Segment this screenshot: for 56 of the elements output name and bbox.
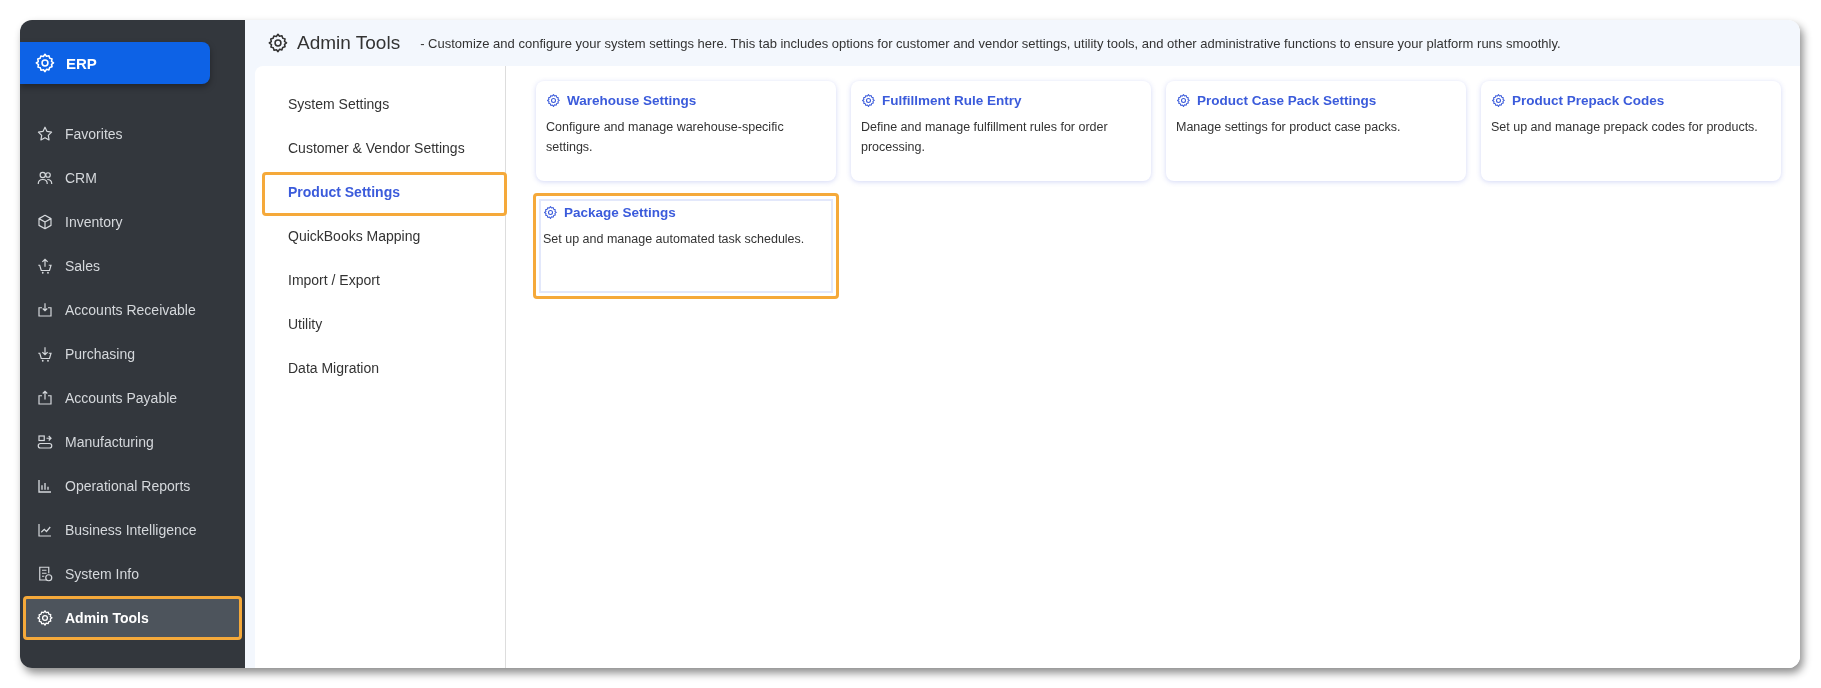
gear-icon xyxy=(34,52,56,74)
card-description: Set up and manage automated task schedules. xyxy=(543,231,806,248)
sidebar-item[interactable]: CRM xyxy=(23,156,242,200)
card-title: Package Settings xyxy=(564,205,676,220)
menu-item[interactable]: Product Settings xyxy=(262,172,507,216)
card-title: Fulfillment Rule Entry xyxy=(882,93,1022,108)
sidebar-item[interactable]: Manufacturing xyxy=(23,420,242,464)
box-icon xyxy=(36,213,54,231)
line-chart-icon xyxy=(36,521,54,539)
settings-icon xyxy=(543,205,558,220)
bar-chart-icon xyxy=(36,477,54,495)
people-icon xyxy=(36,169,54,187)
settings-icon xyxy=(1491,93,1506,108)
settings-icon xyxy=(1176,93,1191,108)
document-info-icon xyxy=(36,565,54,583)
menu-item[interactable]: Utility xyxy=(262,304,507,348)
menu-item[interactable]: Customer & Vendor Settings xyxy=(262,128,507,172)
menu-item[interactable]: Import / Export xyxy=(262,260,507,304)
sidebar-item[interactable]: Admin Tools xyxy=(23,596,242,640)
card-title: Product Case Pack Settings xyxy=(1197,93,1377,108)
settings-icon xyxy=(861,93,876,108)
menu-item[interactable]: Data Migration xyxy=(262,348,507,392)
cart-download-icon xyxy=(36,345,54,363)
sidebar-item[interactable]: Inventory xyxy=(23,200,242,244)
menu-item[interactable]: System Settings xyxy=(262,84,507,128)
cart-upload-icon xyxy=(36,257,54,275)
settings-card[interactable]: Fulfillment Rule Entry Define and manage fulfillment rules for order processing. xyxy=(851,81,1151,181)
card-description: Manage settings for product case packs. xyxy=(1176,119,1402,136)
settings-card[interactable]: Product Case Pack Settings Manage settings for product case packs. xyxy=(1166,81,1466,181)
star-icon xyxy=(36,125,54,143)
card-description: Configure and manage warehouse-specific settings. xyxy=(546,119,785,156)
sidebar-item[interactable]: Purchasing xyxy=(23,332,242,376)
card-description: Define and manage fulfillment rules for order processing. xyxy=(861,119,1109,156)
page-title: Admin Tools xyxy=(297,32,401,54)
sidebar-item[interactable]: Favorites xyxy=(23,112,242,156)
menu-item[interactable]: QuickBooks Mapping xyxy=(262,216,507,260)
conveyor-icon xyxy=(36,433,54,451)
settings-icon xyxy=(36,609,54,627)
settings-icon xyxy=(267,32,289,54)
tray-download-icon xyxy=(36,301,54,319)
tray-upload-icon xyxy=(36,389,54,407)
sidebar-item[interactable]: Sales xyxy=(23,244,242,288)
sidebar-item[interactable]: Accounts Payable xyxy=(23,376,242,420)
card-description: Set up and manage prepack codes for products. xyxy=(1491,119,1759,136)
page-description: - Customize and configure your system settings here. This tab includes options for customer and vendor settings, utility tools, and other administrative functions to ensure your platform runs smoothly. xyxy=(420,35,1561,51)
settings-card[interactable]: Product Prepack Codes Set up and manage prepack codes for products. xyxy=(1481,81,1781,181)
sidebar-item[interactable]: Business Intelligence xyxy=(23,508,242,552)
settings-icon xyxy=(546,93,561,108)
card-title: Product Prepack Codes xyxy=(1512,93,1665,108)
brand-button[interactable]: ERP xyxy=(20,42,210,84)
sidebar-item[interactable]: Accounts Receivable xyxy=(23,288,242,332)
sidebar-item[interactable]: System Info xyxy=(23,552,242,596)
settings-card[interactable]: Package Settings Set up and manage automated task schedules. xyxy=(533,193,839,299)
sidebar-item[interactable]: Operational Reports xyxy=(23,464,242,508)
settings-card[interactable]: Warehouse Settings Configure and manage warehouse-specific settings. xyxy=(536,81,836,181)
card-title: Warehouse Settings xyxy=(567,93,697,108)
